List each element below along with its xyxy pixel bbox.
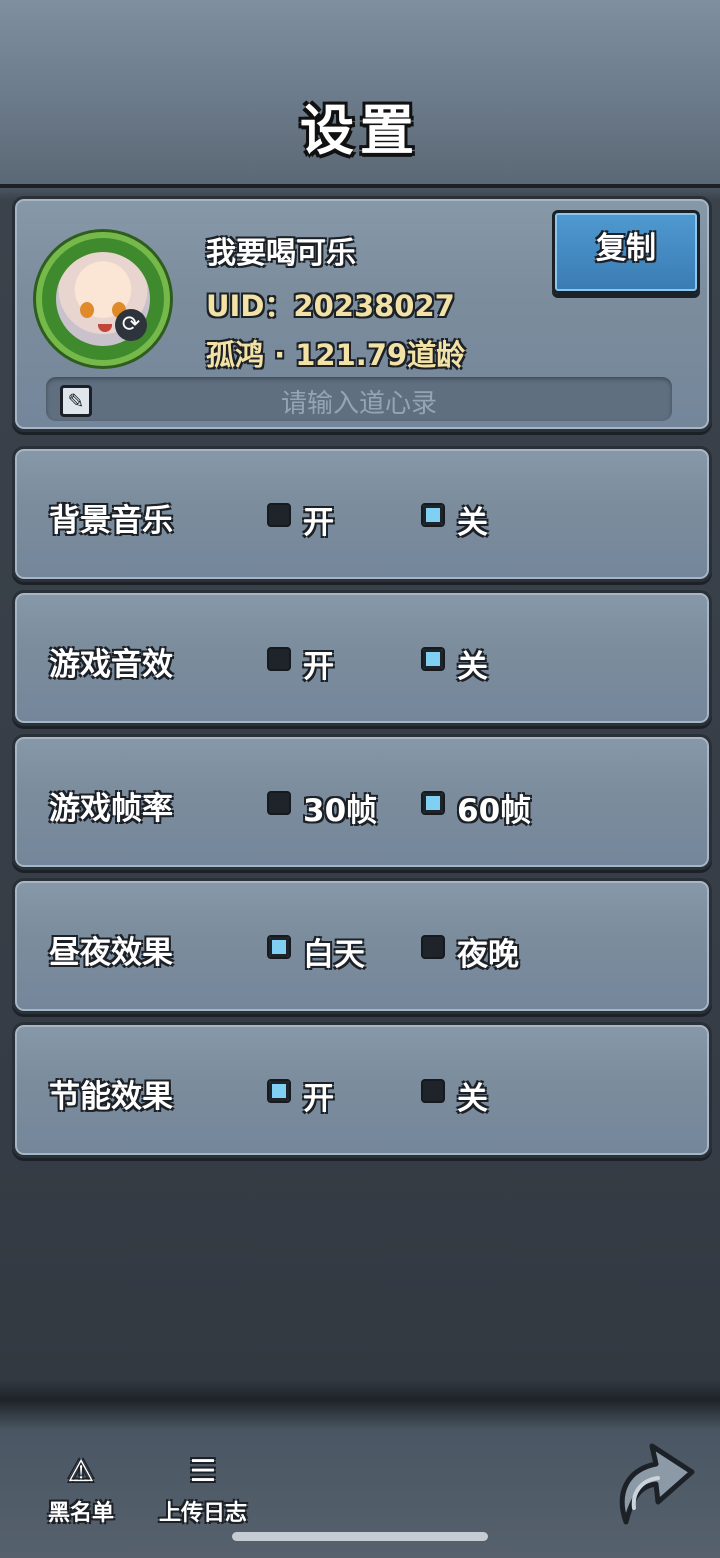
setting-label: 节能效果 <box>49 1079 173 1115</box>
setting-row-powersave: 节能效果 开 关 <box>12 1022 712 1158</box>
option-checkbox[interactable] <box>267 1079 291 1103</box>
setting-row-framerate: 游戏帧率 30帧 60帧 <box>12 734 712 870</box>
option-label: 60帧 <box>457 793 532 829</box>
option-label: 关 <box>457 1081 488 1117</box>
title-bar: 设置 <box>0 0 720 188</box>
option-label: 开 <box>303 649 334 685</box>
upload-log-label: 上传日志 <box>158 1501 247 1526</box>
option-checkbox[interactable] <box>267 647 291 671</box>
option-label: 开 <box>303 1081 334 1117</box>
avatar-mouth <box>98 324 112 332</box>
motto-placeholder: 请输入道心录 <box>280 389 437 419</box>
option-label: 夜晚 <box>457 937 519 973</box>
back-arrow-icon <box>619 1443 695 1525</box>
log-list-icon: ☰ <box>189 1454 217 1489</box>
option-checkbox[interactable] <box>421 935 445 959</box>
avatar[interactable] <box>36 232 170 366</box>
back-button[interactable] <box>612 1436 696 1526</box>
player-uid: UID：20238027 <box>206 289 455 323</box>
option-label: 白天 <box>303 937 365 973</box>
motto-input[interactable]: ✎ 请输入道心录 <box>46 377 672 421</box>
option-checkbox[interactable] <box>421 503 445 527</box>
copy-button[interactable]: 复制 <box>552 210 700 294</box>
option-checkbox[interactable] <box>267 503 291 527</box>
setting-label: 游戏帧率 <box>49 791 173 827</box>
option-checkbox[interactable] <box>421 647 445 671</box>
warning-triangle-icon: ⚠ <box>67 1454 95 1489</box>
option-label: 关 <box>457 649 488 685</box>
player-rank: 孤鸿 · 121.79道龄 <box>206 338 466 372</box>
setting-label: 昼夜效果 <box>49 935 173 971</box>
option-checkbox[interactable] <box>267 791 291 815</box>
setting-label: 游戏音效 <box>49 647 173 683</box>
setting-label: 背景音乐 <box>49 503 173 539</box>
option-label: 关 <box>457 505 488 541</box>
option-label: 30帧 <box>303 793 378 829</box>
option-checkbox[interactable] <box>421 1079 445 1103</box>
page-title: 设置 <box>300 99 420 162</box>
setting-row-bgm: 背景音乐 开 关 <box>12 446 712 582</box>
home-indicator <box>232 1532 488 1541</box>
option-label: 开 <box>303 505 334 541</box>
blacklist-label: 黑名单 <box>47 1501 114 1526</box>
option-checkbox[interactable] <box>267 935 291 959</box>
option-checkbox[interactable] <box>421 791 445 815</box>
refresh-icon[interactable]: ⟳ <box>115 309 147 341</box>
upload-log-button[interactable]: ☰ 上传日志 <box>158 1455 248 1527</box>
setting-row-sfx: 游戏音效 开 关 <box>12 590 712 726</box>
setting-row-daynight: 昼夜效果 白天 夜晚 <box>12 878 712 1014</box>
blacklist-button[interactable]: ⚠ 黑名单 <box>36 1455 126 1527</box>
player-nickname: 我要喝可乐 <box>206 236 356 271</box>
copy-button-label: 复制 <box>596 231 656 266</box>
avatar-eye-left <box>80 302 94 318</box>
